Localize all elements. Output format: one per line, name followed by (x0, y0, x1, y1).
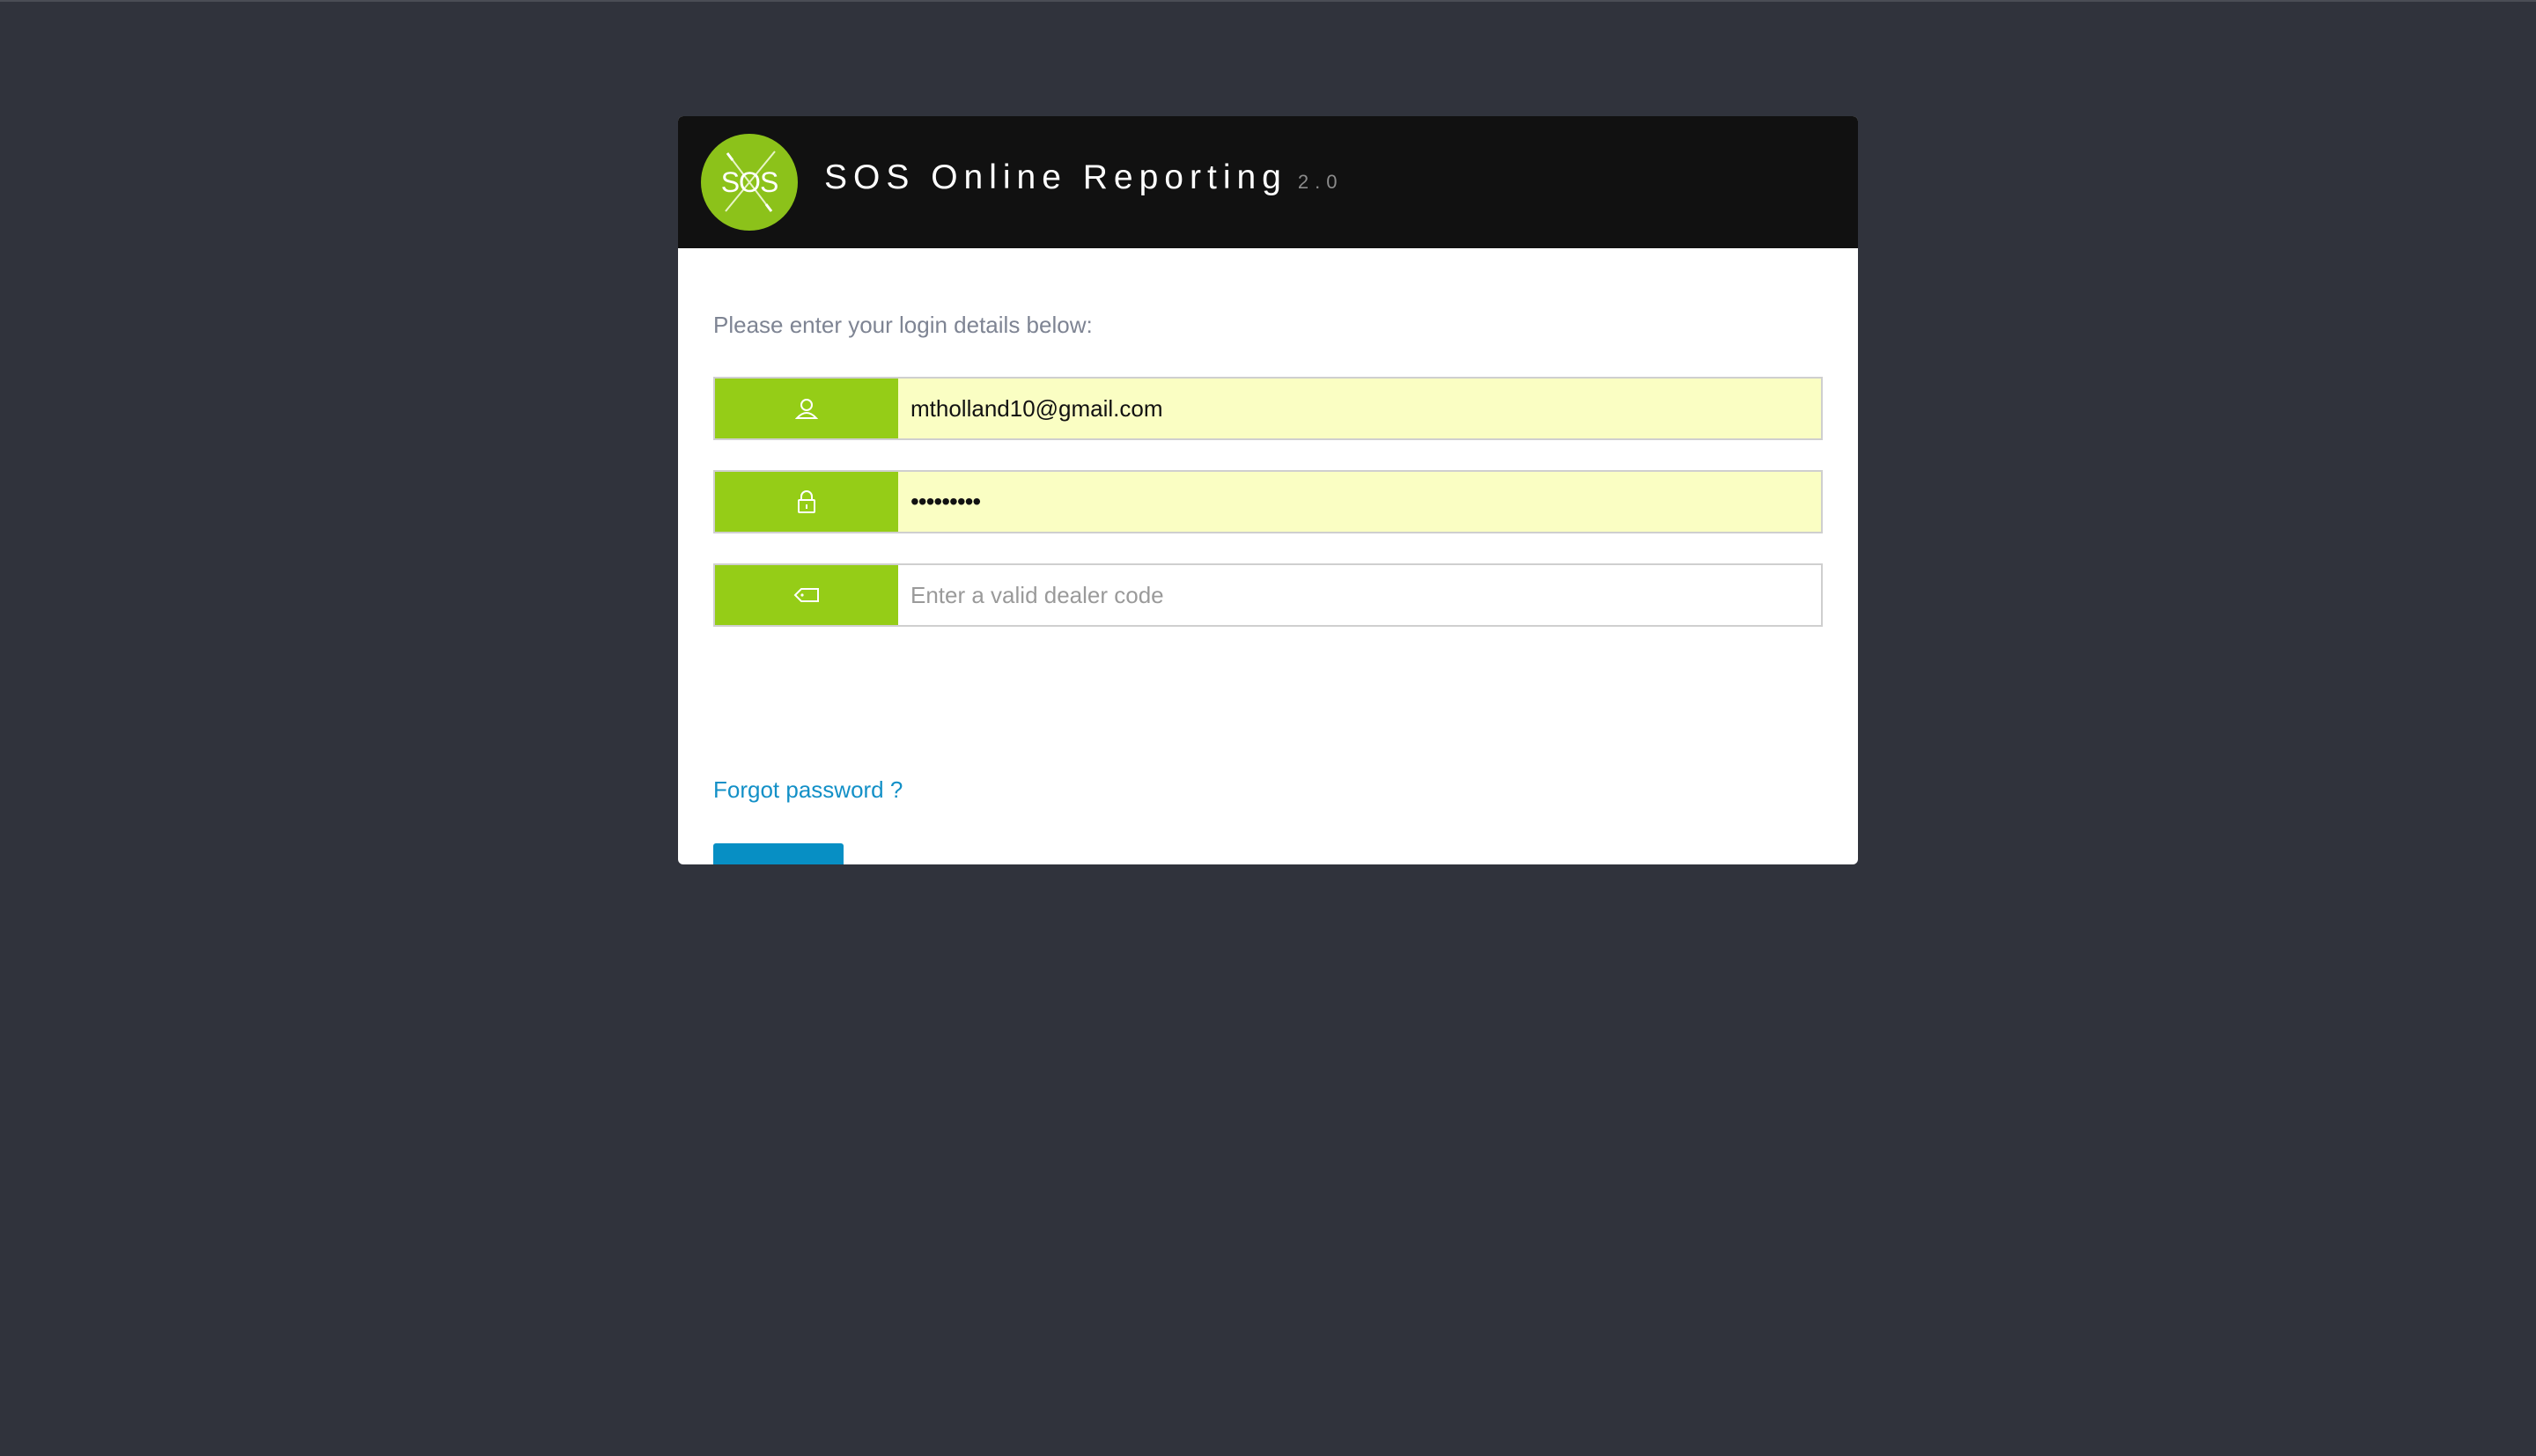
password-input[interactable] (898, 472, 1821, 532)
login-instructions: Please enter your login details below: (713, 312, 1093, 338)
app-title-group: SOS Online Reporting 2.0 (824, 158, 1343, 202)
sos-logo: SOS (701, 134, 798, 231)
lock-icon (798, 490, 815, 513)
sign-in-button[interactable]: Sign In (713, 843, 844, 864)
card-header: SOS SOS Online Reporting 2.0 (678, 116, 1858, 248)
forgot-password-link[interactable]: Forgot password ? (713, 776, 903, 804)
dealer-code-addon (715, 565, 898, 625)
username-field-group (713, 377, 1823, 440)
app-version: 2.0 (1297, 171, 1344, 193)
top-border-line (0, 0, 2536, 2)
password-addon (715, 472, 898, 532)
svg-text:SOS: SOS (721, 166, 778, 198)
app-title: SOS Online Reporting (824, 158, 1287, 196)
user-icon (795, 399, 818, 419)
login-card: SOS SOS Online Reporting 2.0 Please enter… (678, 116, 1858, 864)
username-input[interactable] (898, 379, 1821, 438)
username-addon (715, 379, 898, 438)
dealer-code-field-group (713, 563, 1823, 627)
tag-icon (793, 588, 819, 602)
password-field-group (713, 470, 1823, 533)
dealer-code-input[interactable] (898, 565, 1821, 625)
